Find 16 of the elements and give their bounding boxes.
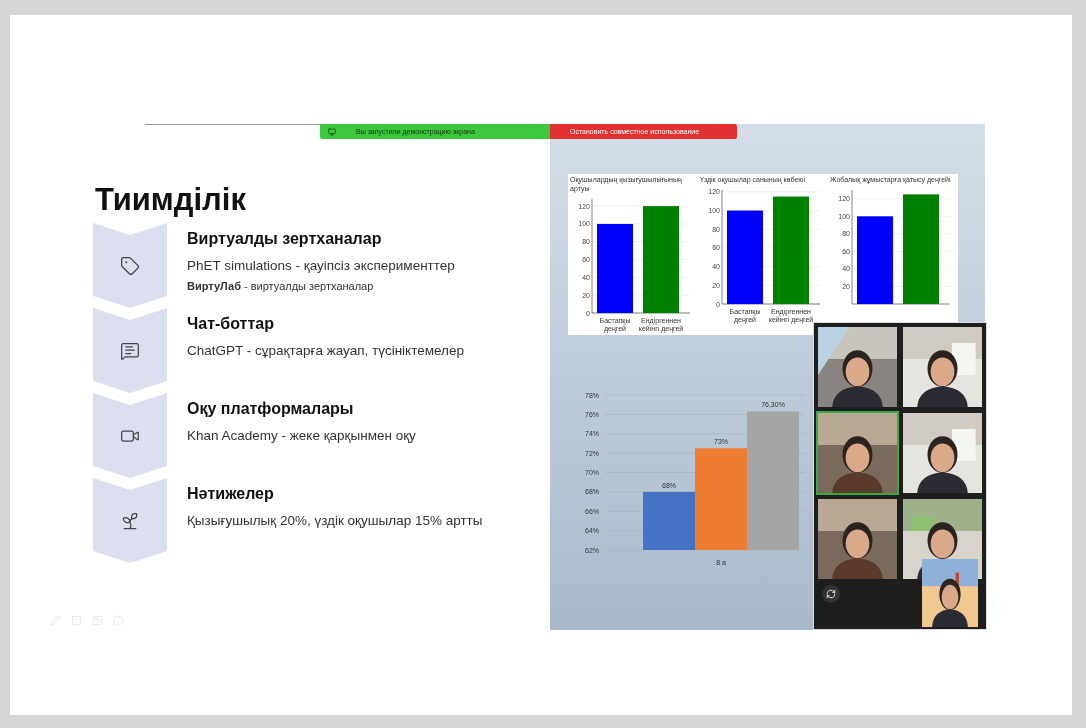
item-description: PhET simulations - қауіпсіз эксперименттер (187, 257, 455, 275)
screen-icon (328, 127, 336, 136)
chat-icon (120, 340, 140, 361)
item-description: Khan Academy - жеке қарқынмен оқу (187, 427, 416, 445)
item-heading: Виртуалды зертханалар (187, 229, 383, 249)
item-description: ChatGPT - сұрақтарға жауап, түсініктемелер (187, 342, 464, 360)
tag-icon (120, 255, 140, 276)
item-heading: Нәтижелер (187, 484, 275, 504)
item-description: ВиртуЛаб - виртуалды зертханалар (187, 279, 375, 293)
sprout-icon (120, 510, 140, 531)
item-heading: Оқу платформалары (187, 399, 355, 419)
rotate-icon (826, 589, 836, 599)
slide-title: Тиимділік (95, 183, 247, 217)
item-heading: Чат-боттар (187, 314, 275, 334)
item-description: Қызығушылық 20%, үздік оқушылар 15% артты (187, 512, 483, 530)
rotate-button[interactable] (822, 585, 840, 603)
